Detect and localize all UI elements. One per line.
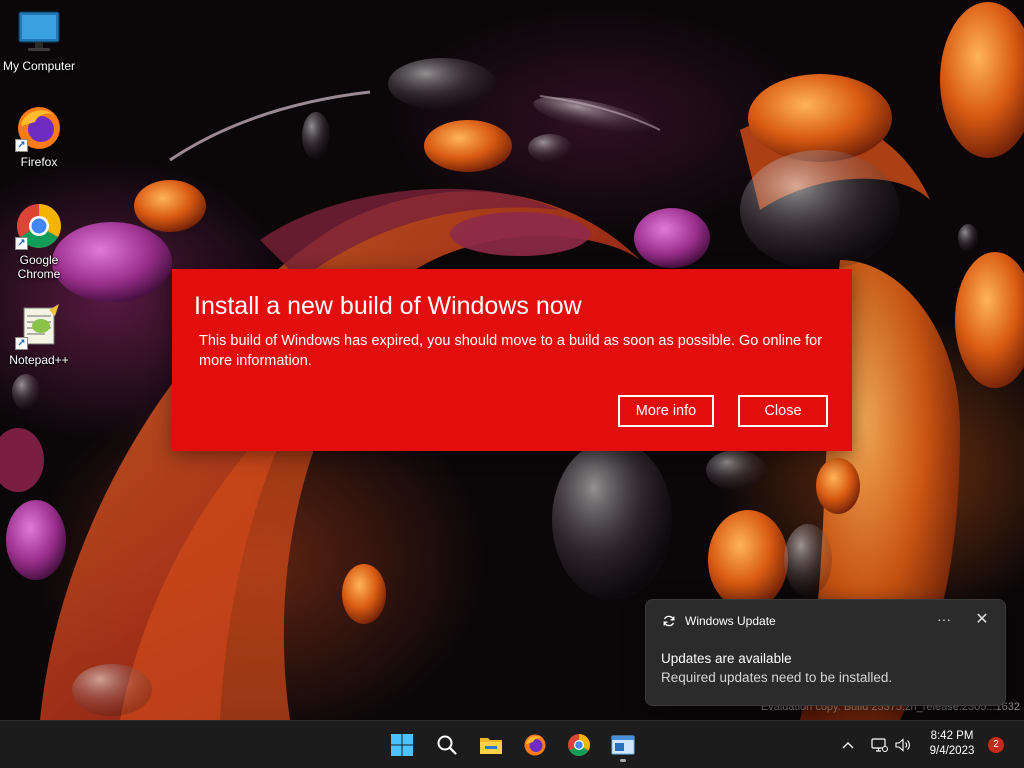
firefox-icon xyxy=(524,734,546,756)
windows-start-icon xyxy=(391,734,413,756)
start-button[interactable] xyxy=(384,727,420,763)
taskbar: 8:42 PM 9/4/2023 2 xyxy=(0,720,1024,768)
notification-title: Updates are available xyxy=(661,651,792,666)
search-icon xyxy=(437,735,457,755)
firefox-taskbar-button[interactable] xyxy=(517,727,553,763)
desktop-icon-my-computer[interactable]: My Computer xyxy=(1,8,77,73)
build-expired-dialog: Install a new build of Windows now This … xyxy=(172,269,852,451)
desktop-icon-label: Google Chrome xyxy=(17,253,61,281)
notification-app-name: Windows Update xyxy=(685,614,776,628)
close-button[interactable]: Close xyxy=(738,395,828,427)
speaker-icon xyxy=(895,738,910,752)
notification-body: Required updates need to be installed. xyxy=(661,670,893,685)
active-app-taskbar-button[interactable] xyxy=(605,727,641,763)
desktop-icon-firefox[interactable]: ↗ Firefox xyxy=(1,104,77,169)
sync-icon xyxy=(662,614,676,628)
notification-count-badge[interactable]: 2 xyxy=(988,737,1004,753)
show-hidden-icons-button[interactable] xyxy=(838,735,858,755)
network-button[interactable] xyxy=(869,735,889,755)
clock-date: 9/4/2023 xyxy=(929,745,975,757)
shortcut-arrow-icon: ↗ xyxy=(15,337,28,350)
active-app-icon xyxy=(611,735,635,755)
desktop-icon-notepad-plus-plus[interactable]: ↗ Notepad++ xyxy=(1,302,77,367)
more-info-button[interactable]: More info xyxy=(618,395,714,427)
close-notification-button[interactable]: ✕ xyxy=(970,608,994,632)
file-explorer-button[interactable] xyxy=(473,727,509,763)
chrome-taskbar-button[interactable] xyxy=(561,727,597,763)
desktop-icon-label: Firefox xyxy=(20,155,58,169)
dialog-title: Install a new build of Windows now xyxy=(194,292,582,320)
running-indicator xyxy=(620,759,626,762)
search-button[interactable] xyxy=(429,727,465,763)
dialog-message: This build of Windows has expired, you s… xyxy=(199,333,823,369)
desktop-icon-label: Notepad++ xyxy=(9,353,69,367)
more-options-button[interactable]: ··· xyxy=(932,608,956,632)
network-icon xyxy=(871,738,888,752)
volume-button[interactable] xyxy=(893,735,913,755)
chevron-up-icon xyxy=(842,742,854,749)
chrome-icon xyxy=(568,734,590,756)
clock-time: 8:42 PM xyxy=(930,730,974,742)
shortcut-arrow-icon: ↗ xyxy=(15,237,28,250)
chrome-icon: ↗ xyxy=(15,202,63,250)
desktop-icon-label: My Computer xyxy=(2,59,76,73)
monitor-icon xyxy=(15,8,63,56)
windows-update-notification[interactable]: Windows Update ··· ✕ Updates are availab… xyxy=(645,599,1006,706)
file-explorer-icon xyxy=(480,738,502,754)
clock[interactable]: 8:42 PM 9/4/2023 xyxy=(920,729,984,759)
notepad-plus-plus-icon: ↗ xyxy=(15,302,63,350)
desktop-icon-google-chrome[interactable]: ↗ Google Chrome xyxy=(1,202,77,281)
shortcut-arrow-icon: ↗ xyxy=(15,139,28,152)
firefox-icon: ↗ xyxy=(15,104,63,152)
